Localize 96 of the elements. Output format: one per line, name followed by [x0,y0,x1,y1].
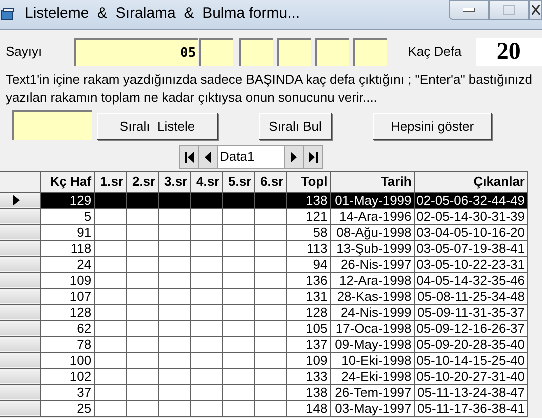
data-control-caption: Data1 [218,146,284,168]
table-cell: 09-May-1998 [330,336,414,352]
window-title: Listeleme & Sıralama & Bulma formu... [25,4,300,24]
table-cell: 26-Nis-1997 [330,256,414,272]
table-cell: 03-May-1997 [330,400,414,416]
table-cell: 100 [40,352,94,368]
table-cell: 28-Kas-1998 [330,288,414,304]
table-cell: 05-10-20-27-31-40 [414,368,528,384]
count-value: 20 [476,38,542,66]
table-cell: 62 [40,320,94,336]
table-cell: 05-11-13-24-38-47 [414,384,528,400]
action-button[interactable]: Sıralı Bul [259,113,332,140]
table-cell: 03-04-05-10-16-20 [414,224,528,240]
table-cell: 25 [40,400,94,416]
table-cell: 24-Nis-1999 [330,304,414,320]
table-cell: 01-May-1999 [330,192,414,208]
first-icon [184,152,194,162]
table-cell: 102 [40,368,94,384]
table-cell: 129 [40,192,94,208]
table-cell: 128 [286,304,330,320]
number-field[interactable]: 05 [74,38,198,66]
table-cell: 14-Ara-1996 [330,208,414,224]
table-cell: 17-Oca-1998 [330,320,414,336]
maximize-icon [503,5,515,15]
action-button[interactable]: Sıralı Listele [97,113,218,140]
table-cell: 05-10-14-15-25-40 [414,352,528,368]
close-icon [532,5,540,15]
column-header[interactable]: Tarih [330,172,414,192]
grid-corner [0,172,40,192]
table-cell: 148 [286,400,330,416]
table-cell: 109 [40,272,94,288]
table-cell: 03-05-07-19-38-41 [414,240,528,256]
last-icon [308,152,318,162]
app-icon [1,8,15,22]
next-icon [291,152,297,162]
table-cell: 128 [40,304,94,320]
table-cell: 94 [286,256,330,272]
minimize-icon [463,8,475,12]
table-cell: 10-Eki-1998 [330,352,414,368]
table-cell: 138 [286,384,330,400]
column-header[interactable]: 1.sr [94,172,126,192]
row-selector[interactable] [0,192,40,208]
table-cell: 05-09-11-31-35-37 [414,304,528,320]
previous-icon [205,152,211,162]
table-cell: 24 [40,256,94,272]
help-text: yazılan rakamın toplam ne kadar çıktıysa onun sonucunu verir.... [6,89,378,107]
column-header[interactable]: 3.sr [158,172,190,192]
help-text: Text1'in içine rakam yazdığınızda sadece BAŞINDA kaç defa çıktığını ; "Enter'a" bastığınızd [6,71,533,89]
table-cell: 107 [40,288,94,304]
number-label: Sayıyı [6,43,44,62]
table-cell: 118 [40,240,94,256]
table-cell: 58 [286,224,330,240]
column-header[interactable]: Çıkanlar [414,172,528,192]
table-cell: 105 [286,320,330,336]
column-header[interactable]: Topl [286,172,330,192]
count-label: Kaç Defa [408,43,462,62]
number-field[interactable] [239,38,274,66]
action-button[interactable]: Hepsini göster [373,113,492,140]
table-cell: 26-Tem-1997 [330,384,414,400]
table-cell: 121 [286,208,330,224]
table-cell: 05-11-17-36-38-41 [414,400,528,416]
column-header[interactable]: Kç Haf [40,172,94,192]
number-field[interactable] [353,38,388,66]
table-cell: 138 [286,192,330,208]
close-button[interactable] [529,0,542,20]
table-cell: 131 [286,288,330,304]
table-cell: 136 [286,272,330,288]
table-cell: 137 [286,336,330,352]
number-field[interactable] [199,38,234,66]
number-field[interactable] [315,38,350,66]
table-cell: 12-Ara-1998 [330,272,414,288]
table-cell: 05-09-20-28-35-40 [414,336,528,352]
table-cell: 133 [286,368,330,384]
table-cell: 91 [40,224,94,240]
table-cell: 05-09-12-16-26-37 [414,320,528,336]
table-cell: 109 [286,352,330,368]
table-cell: 02-05-06-32-44-49 [414,192,528,208]
table-cell: 5 [40,208,94,224]
table-cell: 13-Şub-1999 [330,240,414,256]
table-cell: 05-08-11-25-34-48 [414,288,528,304]
table-cell: 04-05-14-32-35-46 [414,272,528,288]
column-header[interactable]: 5.sr [222,172,254,192]
table-cell: 02-05-14-30-31-39 [414,208,528,224]
table-cell: 113 [286,240,330,256]
table-cell: 37 [40,384,94,400]
table-cell: 24-Eki-1998 [330,368,414,384]
column-header[interactable]: 6.sr [254,172,286,192]
current-row-icon [13,194,20,206]
column-header[interactable]: 2.sr [126,172,158,192]
table-cell: 08-Ağu-1998 [330,224,414,240]
column-header[interactable]: 4.sr [190,172,222,192]
number-field[interactable] [277,38,312,66]
table-cell: 78 [40,336,94,352]
table-cell: 03-05-10-22-23-31 [414,256,528,272]
minimize-button[interactable] [449,0,489,20]
input-field[interactable] [12,110,92,140]
